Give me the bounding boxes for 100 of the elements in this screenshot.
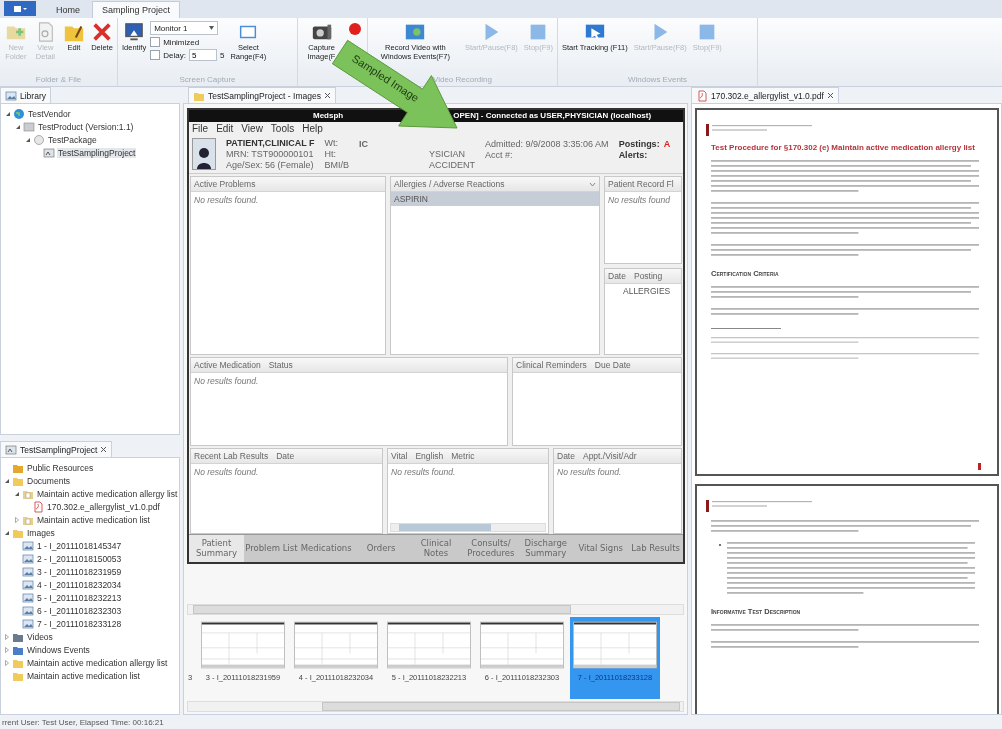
column-header: Recent Lab Results xyxy=(194,450,269,461)
tab[interactable]: Patient Summary xyxy=(189,535,244,562)
tree-item[interactable]: Maintain active medication allergy list xyxy=(36,488,179,499)
images-tab[interactable]: TestSamplingProject - Images xyxy=(188,87,336,103)
tab[interactable]: Problem List xyxy=(243,535,299,562)
vital-label: BMI/B xyxy=(324,160,349,171)
checkbox-label: Minimized xyxy=(163,37,200,47)
globe-icon xyxy=(13,107,25,120)
empty-message: No results found. xyxy=(390,465,457,479)
monitor-icon xyxy=(123,21,146,43)
tree-item[interactable]: 5 - I_20111018232213 xyxy=(36,592,123,603)
column-header: Status xyxy=(268,360,293,371)
menu-item[interactable]: Edit xyxy=(216,123,234,135)
expanded-arrow-icon[interactable] xyxy=(24,136,31,143)
package-icon xyxy=(33,133,45,146)
group-label: Screen Capture xyxy=(178,75,237,85)
patient-name: PATIENT,CLINICAL F xyxy=(226,138,315,149)
column-header: Posting xyxy=(633,270,663,281)
empty-message: No results found. xyxy=(193,194,260,207)
checkbox[interactable] xyxy=(150,37,161,47)
tree-item[interactable]: 170.302.e_allergylist_v1.0.pdf xyxy=(46,501,161,512)
tab[interactable]: Medications xyxy=(298,535,354,562)
tab[interactable]: Orders xyxy=(353,535,409,562)
list-row[interactable]: ALLERGIES xyxy=(605,283,681,298)
list-row[interactable]: ASPIRIN xyxy=(391,192,599,206)
tree-item[interactable]: TestSamplingProject xyxy=(57,147,137,158)
window-title: OPEN] - Connected as USER,PHYSICIAN (localhost) xyxy=(453,111,652,121)
caret-icon xyxy=(209,26,215,30)
menu-item[interactable]: View xyxy=(241,123,263,135)
tree-item[interactable]: Documents xyxy=(26,475,71,486)
visit-info: YSICIAN xyxy=(429,148,467,159)
tab[interactable]: Consults/ Procedures xyxy=(463,535,519,562)
column-header: Patient Record Fl xyxy=(608,179,674,189)
ribbon-tab[interactable]: Sampling Project xyxy=(92,1,181,18)
monitor-dropdown[interactable]: Monitor 1 xyxy=(150,21,219,35)
expanded-arrow-icon[interactable] xyxy=(3,477,10,484)
column-header: Active Medication xyxy=(194,360,261,371)
empty-message: No results found. xyxy=(193,375,260,389)
tree-item[interactable]: Videos xyxy=(26,631,54,642)
menu-item[interactable]: File xyxy=(192,123,209,135)
tab[interactable]: Lab Results xyxy=(628,535,683,562)
close-icon[interactable] xyxy=(323,92,331,99)
project-tab[interactable]: TestSamplingProject xyxy=(0,441,113,457)
delay-field[interactable]: 5 xyxy=(188,49,217,61)
library-tab[interactable]: Library xyxy=(0,87,51,103)
tree-item[interactable]: TestPackage xyxy=(47,134,98,145)
pdf-tab[interactable]: 170.302.e_allergylist_v1.0.pdf xyxy=(691,87,839,103)
page-marker xyxy=(978,463,981,470)
column-header: Appt./Visit/Adr xyxy=(582,450,637,461)
tab[interactable]: Vital Signs xyxy=(573,535,629,562)
tree-item[interactable]: Maintain active medication list xyxy=(36,514,151,525)
expanded-arrow-icon[interactable] xyxy=(13,490,20,497)
checkbox-label: Delay: xyxy=(163,50,186,60)
scrollbar[interactable] xyxy=(187,604,684,615)
expanded-arrow-icon[interactable] xyxy=(4,110,11,117)
group-label: Windows Events xyxy=(626,75,689,85)
close-icon[interactable] xyxy=(100,446,108,453)
postings-value: A xyxy=(663,138,671,149)
image-icon xyxy=(22,552,34,565)
menu-item[interactable]: Tools xyxy=(270,123,295,135)
tree-item[interactable]: Windows Events xyxy=(26,644,91,655)
column-header: Active Problems xyxy=(194,179,256,189)
tree-item[interactable]: 4 - I_20111018232034 xyxy=(36,579,123,590)
app-menu-button[interactable] xyxy=(4,1,36,16)
image-icon xyxy=(22,539,34,552)
scrollbar[interactable] xyxy=(187,701,684,712)
tree-item[interactable]: 2 - I_20111018150053 xyxy=(36,553,123,564)
tree-item[interactable]: 1 - I_20111018145347 xyxy=(36,540,123,551)
checkbox[interactable] xyxy=(150,50,161,60)
tree-item[interactable]: 7 - I_20111018233128 xyxy=(36,618,123,629)
tab[interactable]: Discharge Summary xyxy=(518,535,574,562)
visit-info: ACCIDENT xyxy=(429,159,476,170)
scrollbar[interactable] xyxy=(390,523,546,533)
patient-age: Age/Sex: 56 (Female) xyxy=(226,160,315,171)
close-icon[interactable] xyxy=(826,92,834,99)
tree-item[interactable]: TestProduct (Version:1.1) xyxy=(37,121,135,132)
chevron-down-icon[interactable] xyxy=(589,181,596,187)
expanded-arrow-icon[interactable] xyxy=(14,123,21,130)
tree-item[interactable]: Maintain active medication allergy list xyxy=(26,657,169,668)
tree-item[interactable]: 3 - I_20111018231959 xyxy=(36,566,123,577)
column-header: Date xyxy=(557,450,575,461)
document-title: Test Procedure for §170.302 (e) Maintain active medication allergy list xyxy=(711,143,976,152)
empty-message: No results found xyxy=(607,194,671,207)
tree-item[interactable]: Images xyxy=(26,527,56,538)
menu-item[interactable]: Help xyxy=(302,123,323,135)
empty-message: No results found. xyxy=(556,465,623,479)
column-header: Date xyxy=(608,270,626,281)
record-icon xyxy=(347,21,363,37)
expanded-arrow-icon[interactable] xyxy=(3,529,10,536)
tree-item[interactable]: TestVendor xyxy=(27,108,72,119)
postings-label: Postings: xyxy=(618,138,660,149)
delete-icon xyxy=(91,21,113,43)
tree-item[interactable]: Public Resources xyxy=(26,462,95,473)
tree-item[interactable]: 6 - I_20111018232303 xyxy=(36,605,123,616)
tree-item[interactable]: Maintain active medication list xyxy=(26,670,141,681)
column-header: Vital xyxy=(391,450,408,461)
tab[interactable]: Clinical Notes xyxy=(408,535,464,562)
column-header: Allergies / Adverse Reactions xyxy=(394,179,505,189)
column-header: Metric xyxy=(451,450,475,461)
ribbon-tab[interactable]: Home xyxy=(46,1,90,18)
